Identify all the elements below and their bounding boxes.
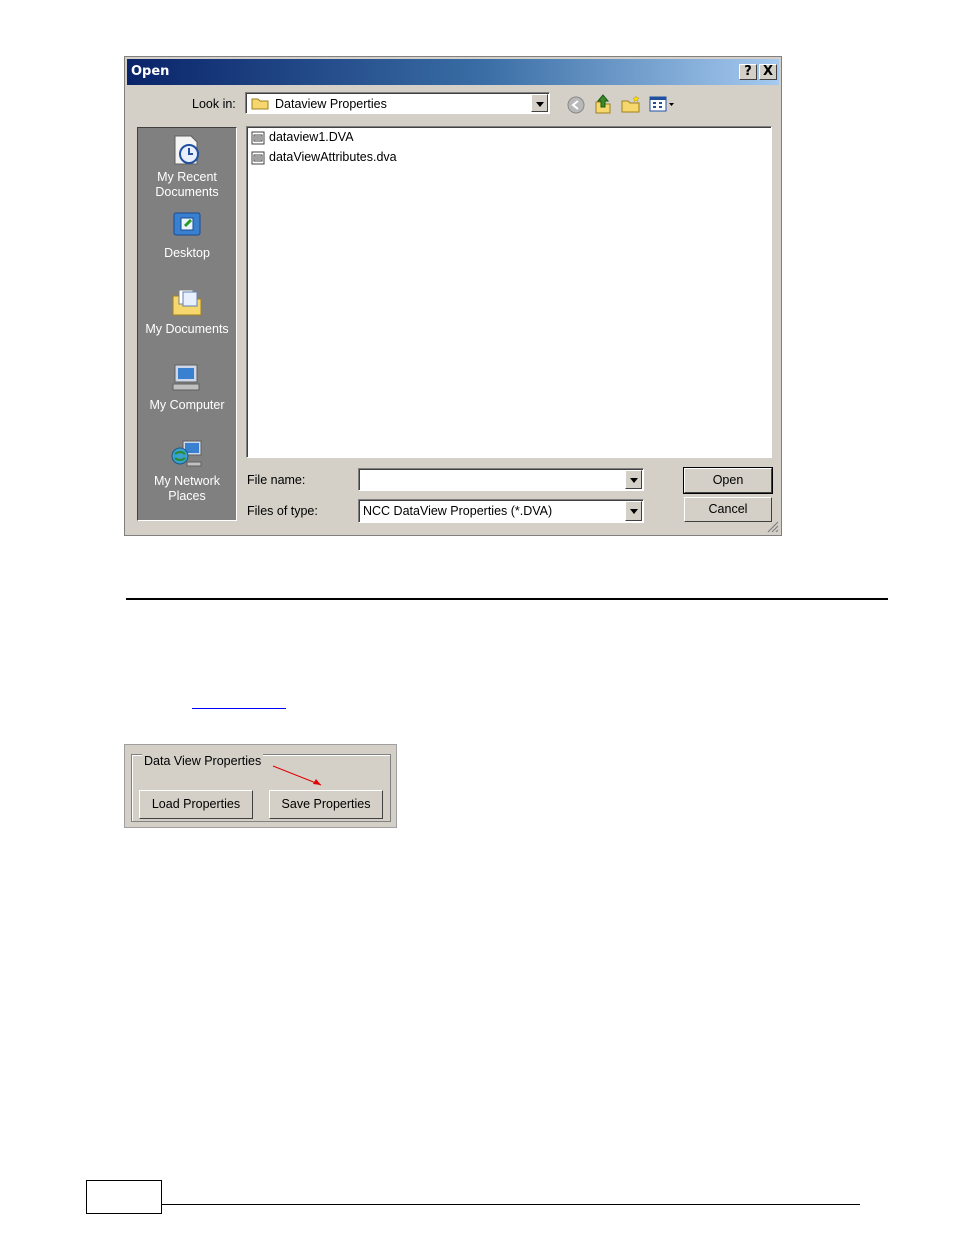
look-in-combo[interactable]: Dataview Properties [245,92,550,114]
file-name-label: File name: [247,473,306,487]
cancel-button[interactable]: Cancel [684,497,772,522]
place-label: My Recent Documents [155,170,219,199]
open-button[interactable]: Open [683,467,773,494]
place-label: Desktop [164,246,210,260]
data-view-properties-panel: Data View Properties Load Properties Sav… [124,744,397,828]
new-folder-icon[interactable] [621,95,641,113]
place-my-documents[interactable]: My Documents [138,286,236,337]
files-of-type-select[interactable]: NCC DataView Properties (*.DVA) [358,499,644,523]
help-button[interactable]: ? [739,64,757,80]
look-in-label: Look in: [192,97,236,111]
folder-icon [251,98,269,110]
file-name: dataViewAttributes.dva [269,150,397,164]
file-name-input[interactable] [358,468,644,491]
dialog-titlebar[interactable]: Open ? X [127,59,779,85]
places-bar: My Recent Documents Desktop My Documents [137,127,237,521]
views-menu-icon[interactable] [649,96,677,112]
recent-documents-icon [174,135,199,165]
section-divider [126,598,888,600]
open-dialog: Open ? X Look in: Dataview Properties My… [124,56,782,536]
dva-file-icon [251,151,265,165]
files-of-type-dropdown-button[interactable] [625,501,642,521]
place-desktop[interactable]: Desktop [138,210,236,261]
place-label: My Network Places [154,474,220,503]
files-of-type-value: NCC DataView Properties (*.DVA) [363,504,553,518]
close-button[interactable]: X [759,64,777,80]
place-my-computer[interactable]: My Computer [138,362,236,413]
network-places-icon [171,440,202,467]
dva-file-icon [251,131,265,145]
footer-rule [162,1204,860,1205]
back-icon[interactable] [567,96,585,114]
my-computer-icon [172,364,200,391]
look-in-dropdown-button[interactable] [531,94,548,112]
place-label: My Computer [149,398,225,412]
hyperlink-underline[interactable] [192,708,286,709]
place-my-network-places[interactable]: My Network Places [138,438,236,504]
resize-grip-icon[interactable] [767,521,779,533]
desktop-icon [173,212,201,236]
my-documents-icon [172,289,202,316]
look-in-value: Dataview Properties [275,97,387,111]
place-my-recent-documents[interactable]: My Recent Documents [138,134,236,200]
file-name-dropdown-button[interactable] [625,470,642,489]
file-item[interactable]: dataViewAttributes.dva [251,150,397,168]
dialog-title: Open [131,64,170,79]
file-item[interactable]: dataview1.DVA [251,130,354,148]
up-folder-icon[interactable] [593,93,613,115]
file-list[interactable]: dataview1.DVA dataViewAttributes.dva [246,126,772,458]
file-name: dataview1.DVA [269,130,354,144]
red-arrow-annotation [272,765,322,786]
files-of-type-label: Files of type: [247,504,318,518]
page-number-box [86,1180,162,1214]
place-label: My Documents [145,322,229,336]
